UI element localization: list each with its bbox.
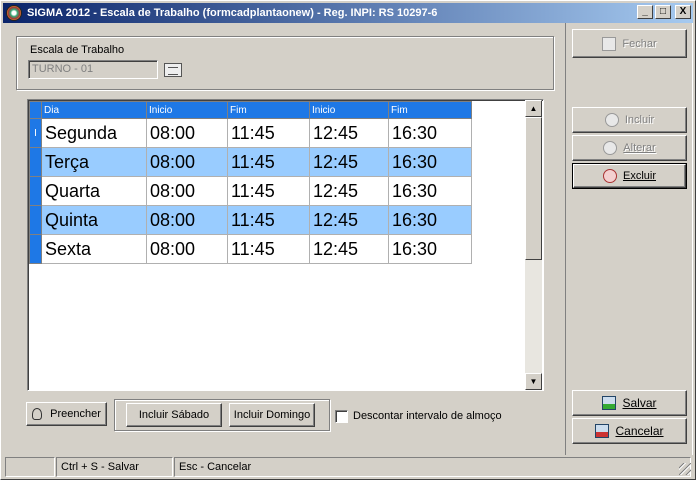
- schedule-table: Dia Inicio Fim Inicio Fim I Segunda 08:0…: [29, 101, 472, 264]
- incluir-sabado-button[interactable]: Incluir Sábado: [126, 403, 222, 427]
- col-fim2-header[interactable]: Fim: [388, 101, 472, 119]
- cell-inicio1[interactable]: 08:00: [146, 234, 228, 264]
- col-fim1-header[interactable]: Fim: [227, 101, 310, 119]
- cell-dia[interactable]: Quarta: [41, 176, 147, 206]
- maximize-button[interactable]: □: [655, 5, 671, 19]
- cell-inicio2[interactable]: 12:45: [309, 234, 389, 264]
- row-indicator: [29, 176, 42, 206]
- cell-fim1[interactable]: 11:45: [227, 147, 310, 177]
- cell-fim2[interactable]: 16:30: [388, 147, 472, 177]
- main-window: SIGMA 2012 - Escala de Trabalho (formcad…: [0, 0, 696, 480]
- title-bar[interactable]: SIGMA 2012 - Escala de Trabalho (formcad…: [3, 3, 693, 23]
- gear-edit-icon: [603, 141, 618, 155]
- gear-add-icon: [604, 113, 619, 127]
- status-bar: Ctrl + S - Salvar Esc - Cancelar: [3, 457, 693, 477]
- cell-fim2[interactable]: 16:30: [388, 234, 472, 264]
- table-row[interactable]: Quinta 08:00 11:45 12:45 16:30: [29, 205, 472, 235]
- cell-fim2[interactable]: 16:30: [388, 176, 472, 206]
- cell-fim1[interactable]: 11:45: [227, 205, 310, 235]
- cell-dia[interactable]: Segunda: [41, 118, 147, 148]
- cell-fim2[interactable]: 16:30: [388, 205, 472, 235]
- cell-dia[interactable]: Sexta: [41, 234, 147, 264]
- col-inicio1-header[interactable]: Inicio: [146, 101, 228, 119]
- excluir-label: Excluir: [622, 170, 656, 182]
- cell-inicio1[interactable]: 08:00: [146, 147, 228, 177]
- incluir-domingo-label: Incluir Domingo: [233, 409, 311, 421]
- incluir-sabado-label: Incluir Sábado: [138, 409, 210, 421]
- incluir-label: Incluir: [624, 114, 655, 126]
- window-controls: _ □ X: [637, 5, 691, 19]
- cancel-icon: [595, 424, 610, 438]
- cell-fim2[interactable]: 16:30: [388, 118, 472, 148]
- app-logo-icon: [6, 5, 22, 21]
- cancelar-button[interactable]: Cancelar: [572, 418, 687, 444]
- row-indicator: I: [29, 118, 42, 148]
- cell-fim1[interactable]: 11:45: [227, 176, 310, 206]
- cell-fim1[interactable]: 11:45: [227, 234, 310, 264]
- salvar-label: Salvar: [622, 396, 657, 410]
- excluir-button[interactable]: Excluir: [572, 163, 687, 189]
- grid-header-row: Dia Inicio Fim Inicio Fim: [29, 101, 472, 119]
- escala-field[interactable]: TURNO - 01: [28, 60, 158, 79]
- cell-inicio1[interactable]: 08:00: [146, 176, 228, 206]
- scroll-up-arrow-icon[interactable]: ▲: [525, 100, 542, 117]
- fechar-label: Fechar: [622, 37, 657, 50]
- incluir-domingo-button[interactable]: Incluir Domingo: [229, 403, 315, 427]
- cell-dia[interactable]: Quinta: [41, 205, 147, 235]
- incluir-button[interactable]: Incluir: [572, 107, 687, 133]
- descontar-checkbox[interactable]: [335, 410, 348, 423]
- lookup-icon[interactable]: [164, 63, 182, 77]
- table-row[interactable]: Sexta 08:00 11:45 12:45 16:30: [29, 234, 472, 264]
- schedule-grid[interactable]: Dia Inicio Fim Inicio Fim I Segunda 08:0…: [27, 99, 544, 391]
- cell-inicio1[interactable]: 08:00: [146, 118, 228, 148]
- close-button[interactable]: X: [675, 5, 691, 19]
- col-inicio2-header[interactable]: Inicio: [309, 101, 389, 119]
- delete-icon: [602, 169, 617, 183]
- escala-label: Escala de Trabalho: [30, 44, 125, 56]
- status-panel-3: Esc - Cancelar: [174, 457, 691, 477]
- row-indicator: [29, 205, 42, 235]
- grid-vertical-scrollbar[interactable]: ▲ ▼: [525, 100, 542, 390]
- descontar-label: Descontar intervalo de almoço: [353, 410, 502, 422]
- table-row[interactable]: I Segunda 08:00 11:45 12:45 16:30: [29, 118, 472, 148]
- cell-inicio2[interactable]: 12:45: [309, 205, 389, 235]
- status-panel-1: [5, 457, 55, 477]
- table-row[interactable]: Quarta 08:00 11:45 12:45 16:30: [29, 176, 472, 206]
- row-indicator: [29, 234, 42, 264]
- col-dia-header[interactable]: Dia: [41, 101, 147, 119]
- status-panel-2: Ctrl + S - Salvar: [56, 457, 173, 477]
- cell-dia[interactable]: Terça: [41, 147, 147, 177]
- fechar-button[interactable]: Fechar: [572, 29, 687, 58]
- preencher-button[interactable]: Preencher: [26, 402, 107, 426]
- cell-fim1[interactable]: 11:45: [227, 118, 310, 148]
- scroll-down-arrow-icon[interactable]: ▼: [525, 373, 542, 390]
- preencher-label: Preencher: [50, 408, 101, 420]
- cancelar-label: Cancelar: [615, 424, 664, 438]
- lightbulb-icon: [32, 408, 43, 420]
- resize-grip-icon[interactable]: [679, 463, 691, 475]
- cell-inicio2[interactable]: 12:45: [309, 176, 389, 206]
- scroll-thumb[interactable]: [525, 117, 542, 260]
- alterar-button[interactable]: Alterar: [572, 135, 687, 161]
- cell-inicio2[interactable]: 12:45: [309, 147, 389, 177]
- minimize-button[interactable]: _: [637, 5, 653, 19]
- cell-inicio1[interactable]: 08:00: [146, 205, 228, 235]
- salvar-button[interactable]: Salvar: [572, 390, 687, 416]
- indicator-header: [29, 101, 42, 119]
- save-check-icon: [602, 396, 617, 410]
- cell-inicio2[interactable]: 12:45: [309, 118, 389, 148]
- table-row[interactable]: Terça 08:00 11:45 12:45 16:30: [29, 147, 472, 177]
- alterar-label: Alterar: [623, 142, 656, 154]
- row-indicator: [29, 147, 42, 177]
- window-title: SIGMA 2012 - Escala de Trabalho (formcad…: [27, 7, 438, 19]
- door-icon: [602, 36, 617, 51]
